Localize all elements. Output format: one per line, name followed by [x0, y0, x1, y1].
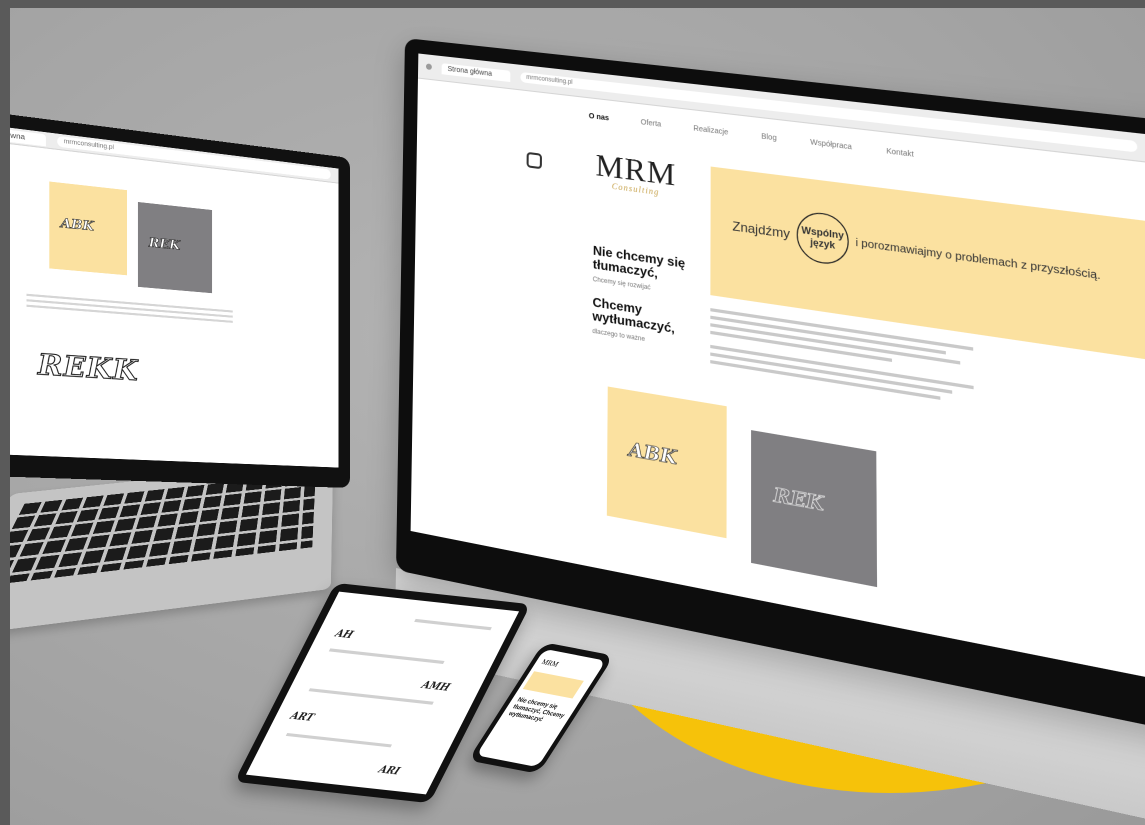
nav-item-oferta[interactable]: Oferta: [641, 119, 662, 129]
portfolio-card-gray-logo: REK: [773, 484, 823, 516]
keyboard-keys: [10, 473, 316, 586]
laptop-card-yellow-logo: ABK: [61, 215, 94, 233]
nav-item-o-nas[interactable]: O nas: [589, 113, 609, 123]
laptop-card-yellow[interactable]: ABK: [49, 182, 127, 276]
laptop-rekk-logo: REKK: [38, 349, 139, 388]
laptop-keyboard: [10, 461, 333, 639]
browser-tab[interactable]: Strona główna: [442, 63, 511, 82]
laptop-text-lines: [26, 294, 232, 326]
laptop: Strona główna mrmconsulting.pl ABK REK R…: [10, 106, 350, 488]
tablet-logo-ah: AH: [333, 628, 355, 641]
laptop-card-gray[interactable]: REK: [138, 202, 212, 293]
tagline-block: Nie chcemy się tłumaczyć, Chcemy się roz…: [592, 244, 699, 365]
nav-item-wspolpraca[interactable]: Współpraca: [810, 139, 852, 152]
portfolio-card-yellow[interactable]: ABK: [607, 387, 727, 539]
tablet-text-line: [329, 648, 445, 664]
phone-tagline: Nie chcemy się tłumaczyć, Chcemy wytłuma…: [506, 697, 570, 727]
tablet-text-line: [309, 688, 434, 705]
nav-item-kontakt[interactable]: Kontakt: [886, 148, 914, 159]
tablet-text-line: [286, 733, 392, 747]
phone-hero-band: [523, 671, 584, 698]
portfolio-card-yellow-logo: ABK: [629, 438, 677, 469]
tablet-logo-ari: ARI: [376, 764, 401, 777]
tablet: AH AMH ART ARI: [234, 583, 530, 803]
window-control-icon[interactable]: [426, 63, 432, 70]
scene: Strona główna mrmconsulting.pl ABK REK R…: [10, 8, 1145, 825]
nav-item-realizacje[interactable]: Realizacje: [693, 125, 728, 137]
phone-logo: MRM: [540, 658, 561, 669]
hero-right-text: i porozmawiajmy o problemach z przyszłoś…: [856, 237, 1101, 282]
tablet-text-line: [414, 619, 492, 630]
mrm-logo[interactable]: MRM Consulting: [588, 147, 683, 200]
tablet-logo-art: ART: [288, 711, 316, 724]
hero-left-text: Znajdźmy: [732, 219, 790, 242]
laptop-card-gray-logo: REK: [149, 235, 181, 253]
laptop-screen: Strona główna mrmconsulting.pl ABK REK R…: [10, 121, 338, 467]
tablet-logo-amh: AMH: [419, 680, 452, 694]
portfolio-card-gray[interactable]: REK: [751, 430, 877, 587]
instagram-icon[interactable]: [527, 152, 542, 169]
hero-circle-text: Wspólny język: [797, 210, 849, 267]
nav-item-blog[interactable]: Blog: [761, 133, 777, 142]
tablet-screen: AH AMH ART ARI: [246, 592, 519, 795]
hero-text: Znajdźmy Wspólny język i porozmawiajmy o…: [732, 201, 1101, 302]
